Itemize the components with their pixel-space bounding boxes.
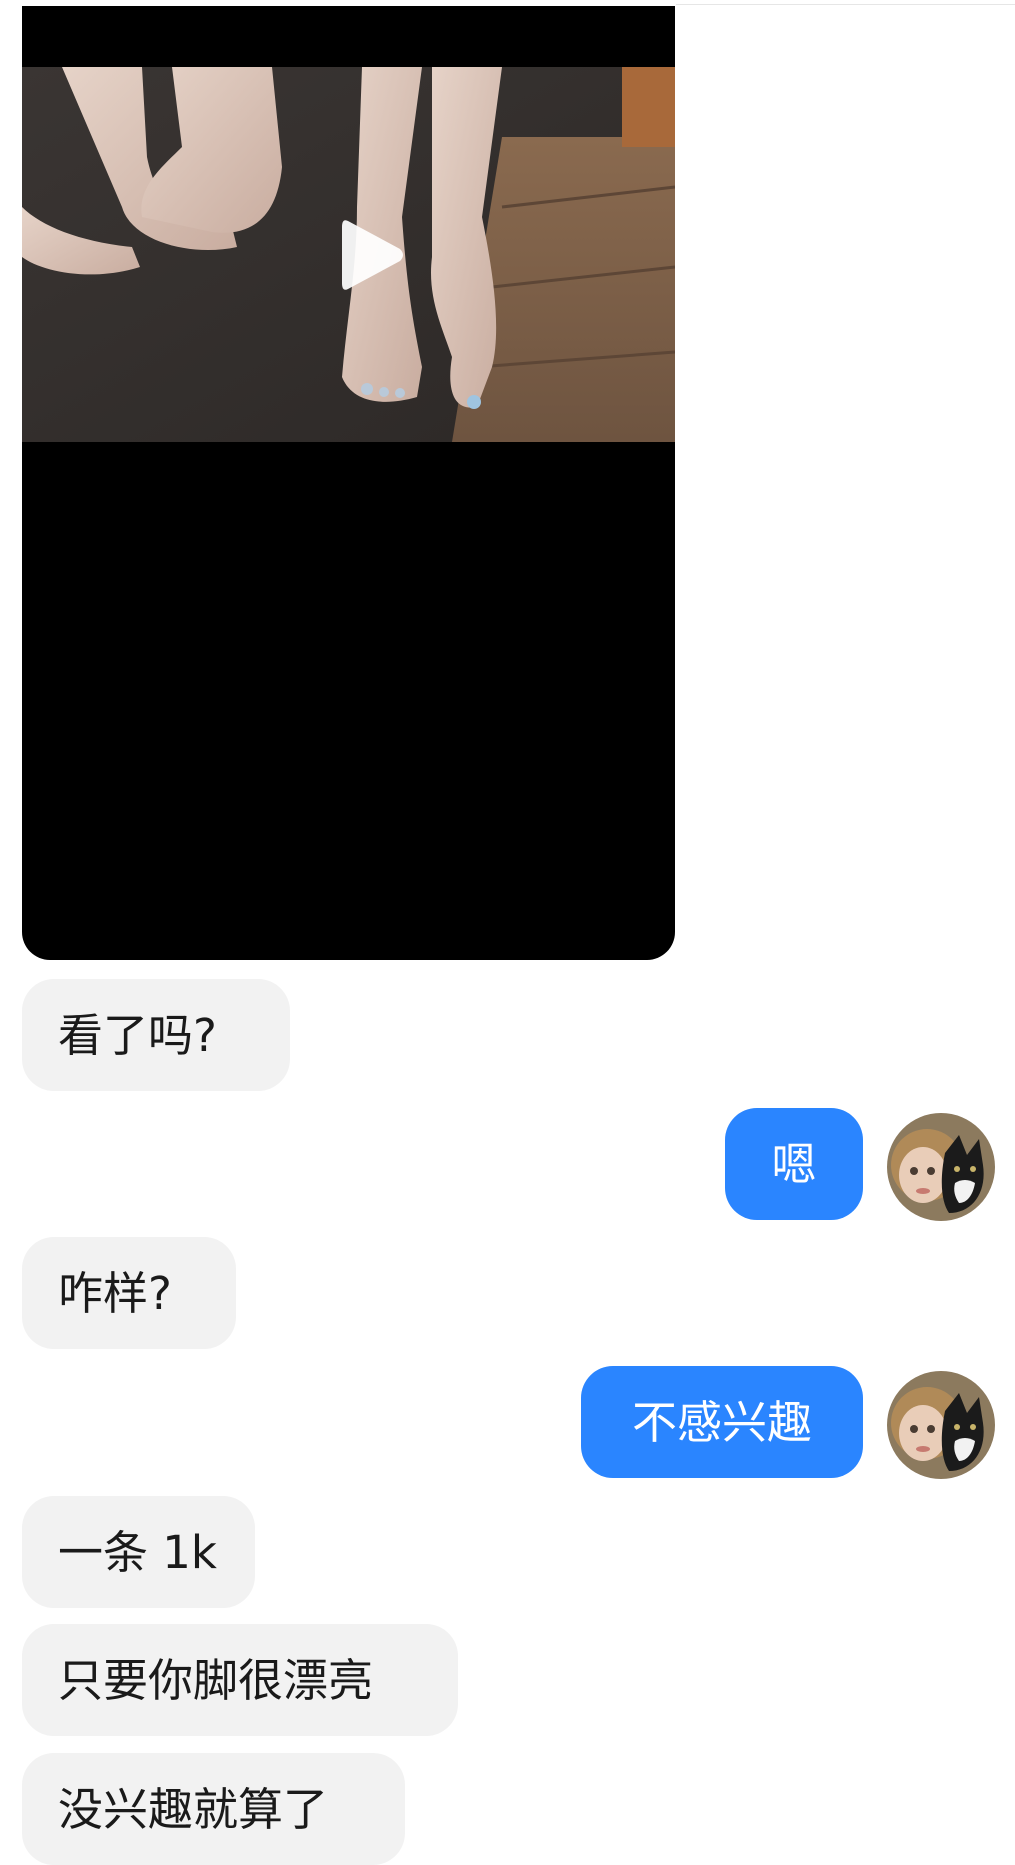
incoming-message-bubble: 咋样? [22, 1237, 236, 1349]
message-text: 咋样? [58, 1266, 172, 1320]
user-avatar[interactable] [887, 1113, 995, 1221]
avatar-image [887, 1371, 995, 1479]
avatar-image [887, 1113, 995, 1221]
incoming-message-bubble: 只要你脚很漂亮 [22, 1624, 458, 1736]
message-text: 一条 1k [58, 1525, 217, 1579]
message-text: 不感兴趣 [631, 1395, 812, 1449]
message-text: 嗯 [771, 1137, 817, 1191]
outgoing-message-bubble: 不感兴趣 [581, 1366, 863, 1478]
message-text: 看了吗? [58, 1008, 217, 1062]
user-avatar[interactable] [887, 1371, 995, 1479]
video-message[interactable] [22, 6, 675, 960]
message-text: 只要你脚很漂亮 [58, 1653, 374, 1707]
outgoing-message-bubble: 嗯 [725, 1108, 863, 1220]
incoming-message-bubble: 一条 1k [22, 1496, 255, 1608]
top-divider [676, 4, 1015, 5]
play-icon[interactable] [340, 217, 406, 293]
incoming-message-bubble: 没兴趣就算了 [22, 1753, 405, 1865]
incoming-message-bubble: 看了吗? [22, 979, 290, 1091]
message-text: 没兴趣就算了 [58, 1782, 329, 1836]
